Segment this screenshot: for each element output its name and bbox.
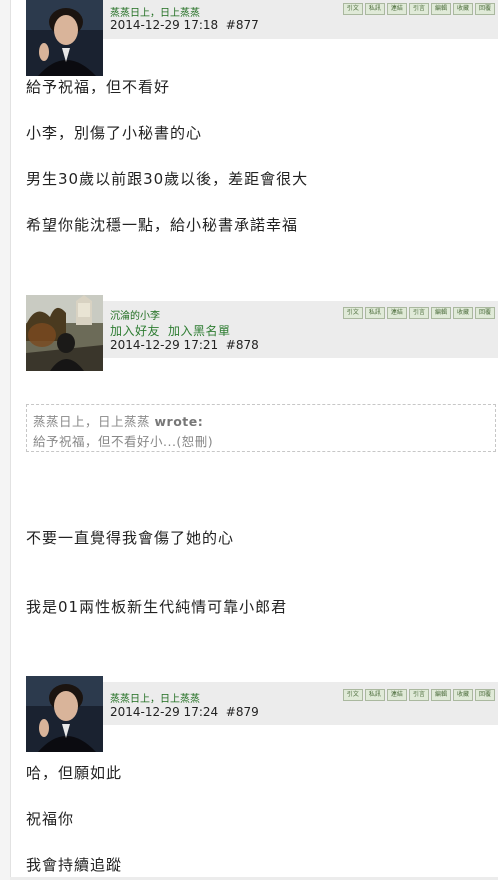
post-paragraph: 哈，但願如此	[26, 764, 123, 782]
add-friend-link[interactable]: 加入好友	[110, 324, 160, 338]
quote-block: 蒸蒸日上，日上蒸蒸 wrote: 給予祝福，但不看好小...(恕刪)	[26, 404, 496, 452]
link-button[interactable]: 連結	[386, 307, 407, 319]
reply-button[interactable]: 回覆	[474, 307, 495, 319]
reply-button[interactable]: 回覆	[474, 689, 495, 701]
post-meta-bar: 沉淪的小李 加入好友 加入黑名單 2014-12-29 17:21 #878 引文…	[103, 301, 498, 358]
left-margin-rule	[0, 0, 11, 880]
bookmark-button[interactable]: 收藏	[452, 689, 473, 701]
quote-text: 給予祝福，但不看好小...(恕刪)	[33, 434, 214, 449]
post-timestamp: 2014-12-29 17:24 #879	[110, 705, 259, 719]
post-meta-bar: 蒸蒸日上，日上蒸蒸 2014-12-29 17:18 #877 引文 私訊 連結…	[103, 0, 498, 39]
avatar[interactable]	[26, 0, 103, 76]
post-paragraph: 不要一直覺得我會傷了她的心	[26, 529, 235, 547]
edit-button[interactable]: 編輯	[430, 3, 451, 15]
post-paragraph: 給予祝福，但不看好	[26, 78, 171, 96]
author-name[interactable]: 蒸蒸日上，日上蒸蒸	[110, 4, 200, 19]
cite-button[interactable]: 引言	[408, 3, 429, 15]
bookmark-button[interactable]: 收藏	[452, 3, 473, 15]
quote-wrote-label: wrote:	[154, 414, 204, 429]
reply-button[interactable]: 回覆	[474, 3, 495, 15]
post-action-bar: 引文 私訊 連結 引言 編輯 收藏 回覆	[342, 307, 495, 319]
private-message-button[interactable]: 私訊	[364, 689, 385, 701]
avatar[interactable]	[26, 676, 103, 752]
post-action-bar: 引文 私訊 連結 引言 編輯 收藏 回覆	[342, 689, 495, 701]
cite-button[interactable]: 引言	[408, 689, 429, 701]
author-name[interactable]: 沉淪的小李	[110, 307, 160, 322]
link-button[interactable]: 連結	[386, 689, 407, 701]
edit-button[interactable]: 編輯	[430, 689, 451, 701]
bookmark-button[interactable]: 收藏	[452, 307, 473, 319]
post-paragraph: 祝福你	[26, 810, 75, 828]
post-number[interactable]: #877	[226, 18, 259, 32]
post-paragraph: 男生30歲以前跟30歲以後，差距會很大	[26, 170, 309, 188]
avatar-image	[26, 676, 103, 752]
user-links: 加入好友 加入黑名單	[110, 322, 239, 339]
post-date: 2014-12-29 17:18	[110, 18, 219, 32]
post-timestamp: 2014-12-29 17:18 #877	[110, 18, 259, 32]
quote-header: 蒸蒸日上，日上蒸蒸 wrote:	[33, 411, 203, 430]
post-date: 2014-12-29 17:24	[110, 705, 219, 719]
avatar-image	[26, 0, 103, 76]
add-blacklist-link[interactable]: 加入黑名單	[168, 324, 231, 338]
avatar-image	[26, 295, 103, 371]
post-timestamp: 2014-12-29 17:21 #878	[110, 338, 259, 352]
quote-author: 蒸蒸日上，日上蒸蒸	[33, 414, 151, 429]
post-action-bar: 引文 私訊 連結 引言 編輯 收藏 回覆	[342, 3, 495, 15]
post-header: 蒸蒸日上，日上蒸蒸 2014-12-29 17:18 #877 引文 私訊 連結…	[26, 0, 498, 76]
quote-button[interactable]: 引文	[342, 689, 363, 701]
private-message-button[interactable]: 私訊	[364, 307, 385, 319]
private-message-button[interactable]: 私訊	[364, 3, 385, 15]
post-meta-bar: 蒸蒸日上，日上蒸蒸 2014-12-29 17:24 #879 引文 私訊 連結…	[103, 682, 498, 725]
quote-button[interactable]: 引文	[342, 307, 363, 319]
avatar[interactable]	[26, 295, 103, 371]
cite-button[interactable]: 引言	[408, 307, 429, 319]
post-header: 沉淪的小李 加入好友 加入黑名單 2014-12-29 17:21 #878 引文…	[26, 295, 498, 371]
post-date: 2014-12-29 17:21	[110, 338, 219, 352]
post-number[interactable]: #879	[226, 705, 259, 719]
link-button[interactable]: 連結	[386, 3, 407, 15]
post-paragraph: 我會持續追蹤	[26, 856, 123, 874]
post-paragraph: 我是01兩性板新生代純情可靠小郎君	[26, 598, 288, 616]
post-paragraph: 小李，別傷了小秘書的心	[26, 124, 203, 142]
quote-button[interactable]: 引文	[342, 3, 363, 15]
edit-button[interactable]: 編輯	[430, 307, 451, 319]
post-header: 蒸蒸日上，日上蒸蒸 2014-12-29 17:24 #879 引文 私訊 連結…	[26, 676, 498, 752]
author-name[interactable]: 蒸蒸日上，日上蒸蒸	[110, 690, 200, 705]
post-paragraph: 希望你能沈穩一點，給小秘書承諾幸福	[26, 216, 299, 234]
post-number[interactable]: #878	[226, 338, 259, 352]
